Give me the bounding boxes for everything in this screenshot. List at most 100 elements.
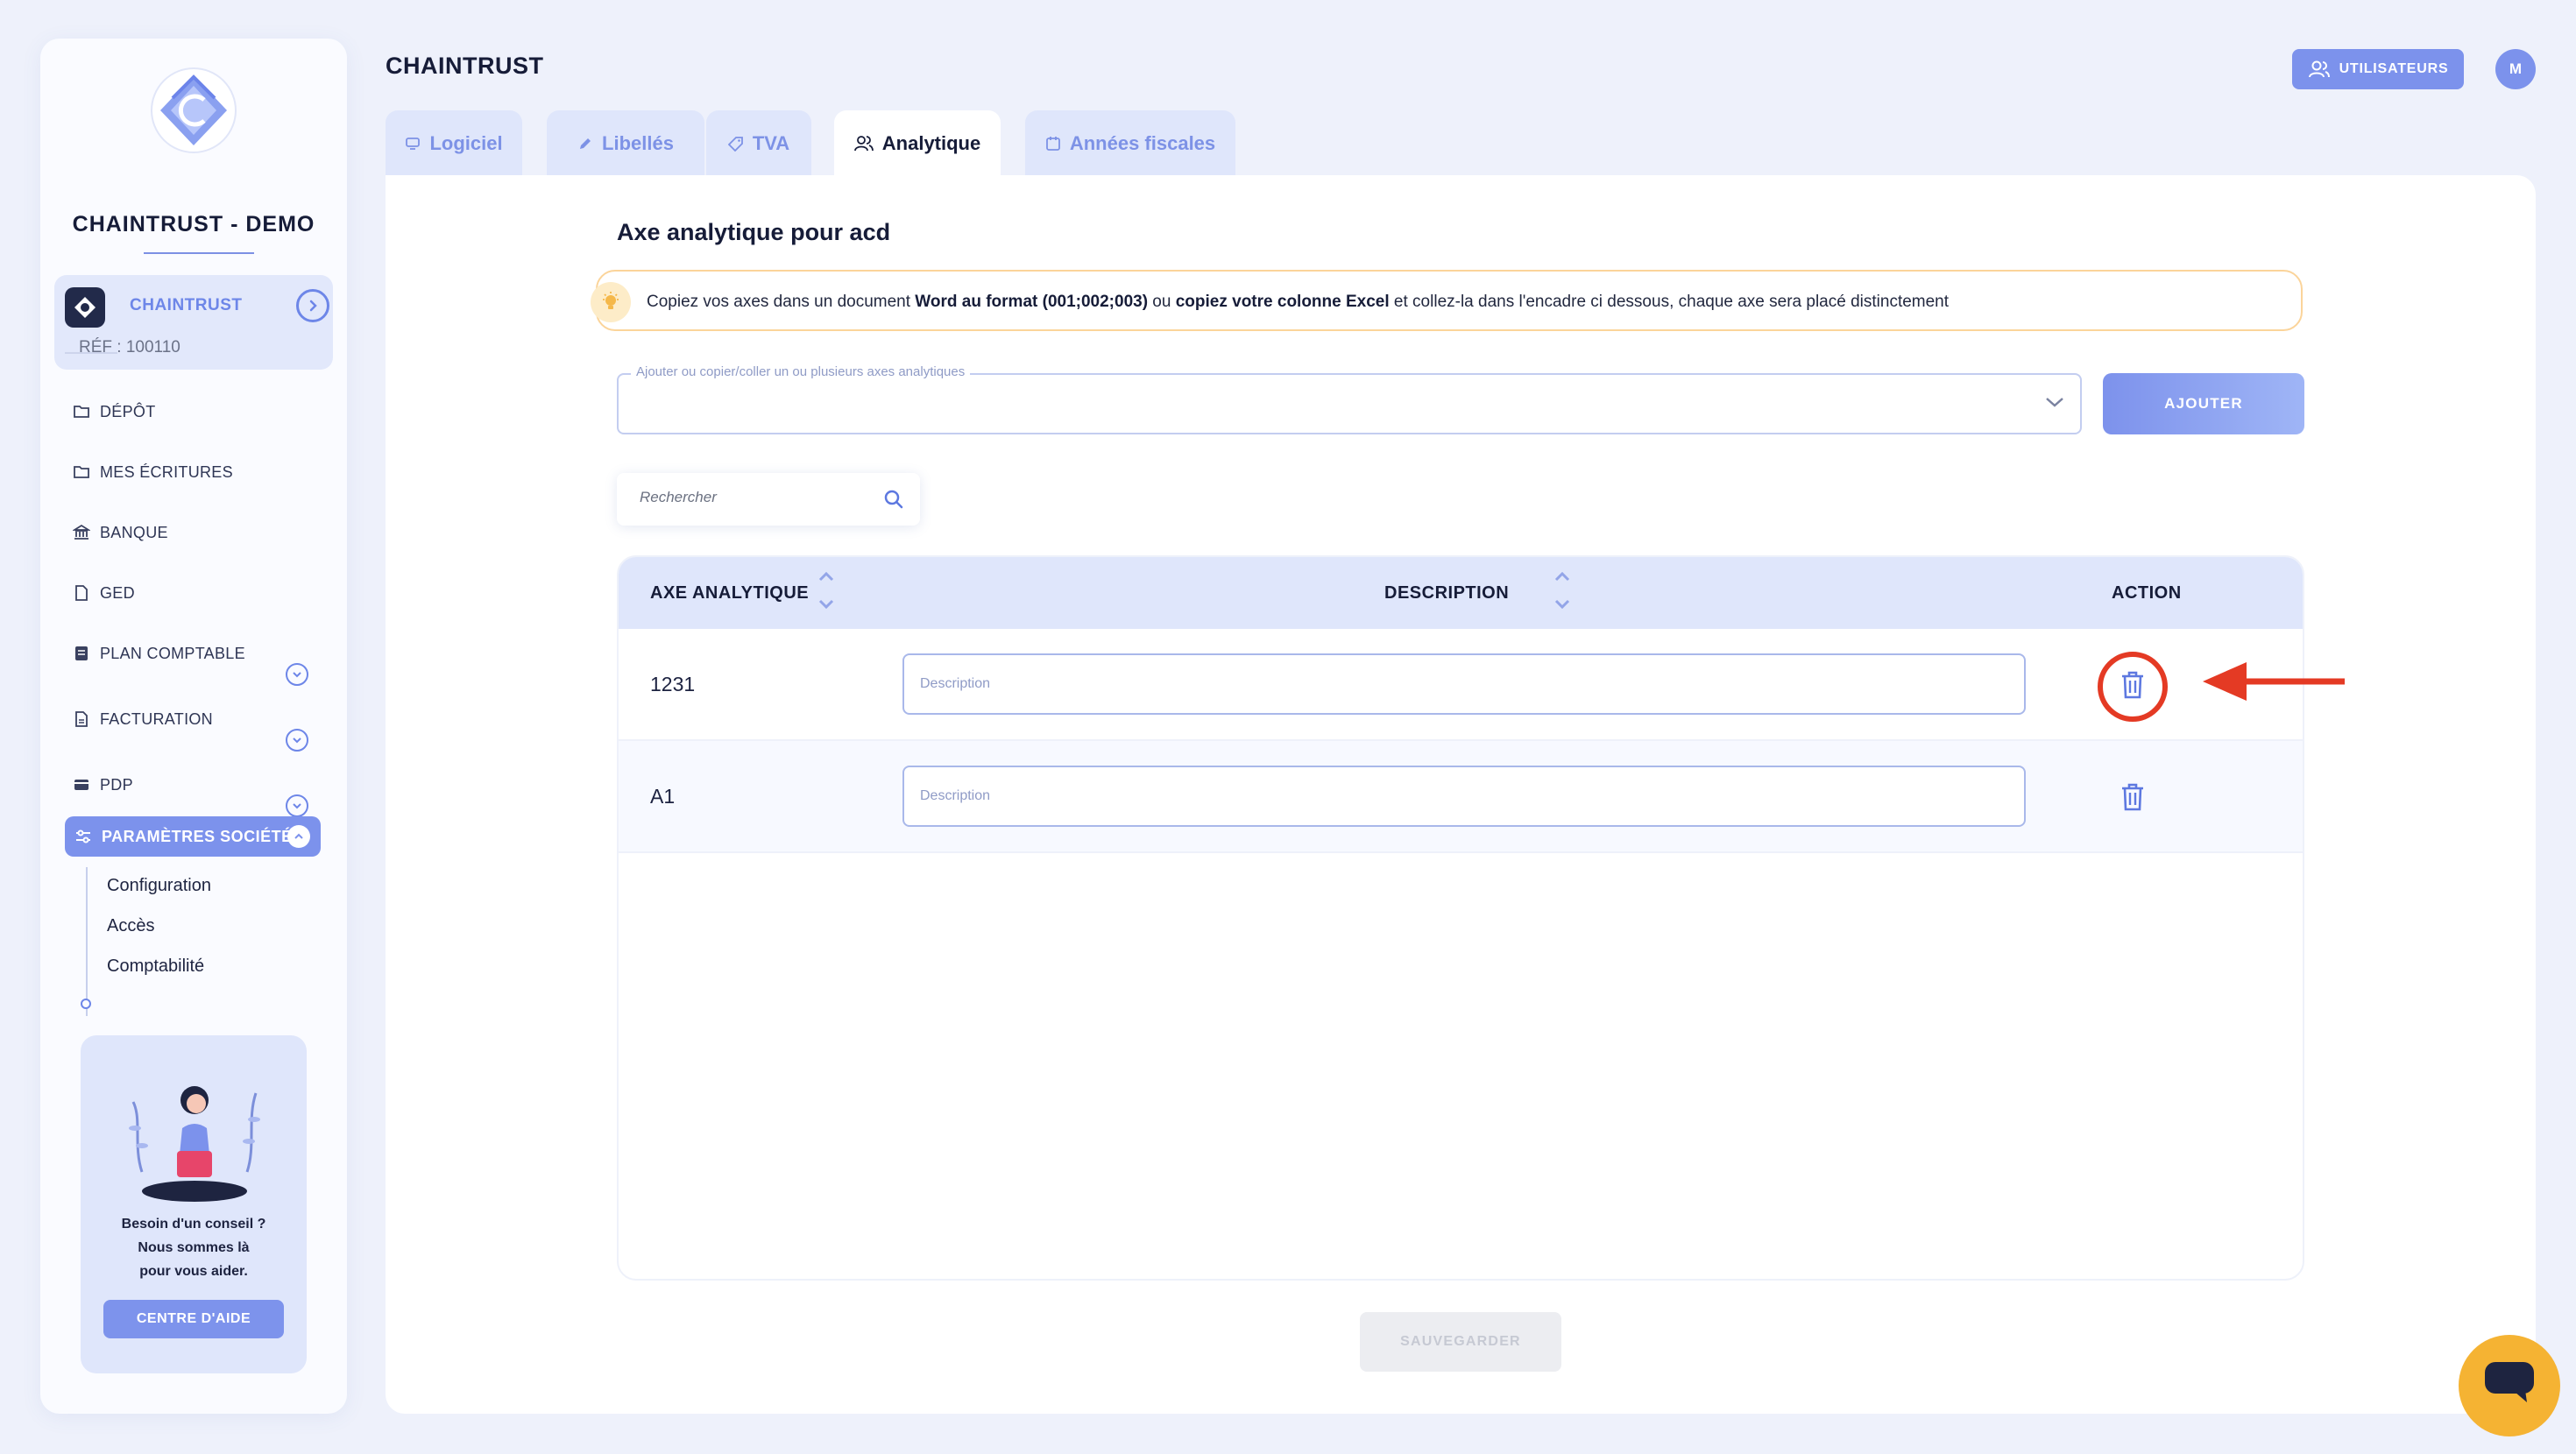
save-button[interactable]: SAUVEGARDER (1360, 1312, 1561, 1372)
help-center-button[interactable]: CENTRE D'AIDE (103, 1300, 284, 1338)
divider (144, 252, 254, 254)
avatar[interactable]: M (2495, 49, 2536, 89)
invoice-icon (72, 709, 91, 729)
tag-icon (727, 136, 744, 152)
axis-cell: 1231 (650, 673, 696, 695)
chevron-down-icon[interactable] (286, 794, 308, 817)
chevron-down-icon[interactable] (2045, 396, 2064, 413)
section-title: Axe analytique pour acd (617, 219, 891, 245)
sidebar-item-ged[interactable]: GED (72, 575, 135, 611)
annotation-arrow-icon (2203, 662, 2345, 701)
sidebar-item-label: BANQUE (100, 523, 168, 541)
sliders-icon (74, 827, 93, 846)
sidebar-item-depot[interactable]: DÉPÔT (72, 394, 156, 429)
description-input[interactable] (902, 766, 2026, 827)
trash-icon[interactable] (2117, 781, 2148, 813)
help-message: Besoin d'un conseil ? Nous sommes là pou… (81, 1212, 307, 1283)
tab-libelles[interactable]: Libellés (547, 110, 704, 177)
tab-label: Analytique (881, 132, 981, 154)
sidebar-item-label: PARAMÈTRES SOCIÉTÉ (102, 827, 293, 845)
table-row: 1231 (619, 629, 2303, 741)
lightbulb-icon (591, 282, 631, 322)
sidebar: CHAINTRUST - DEMO CHAINTRUST RÉF : 10011… (40, 39, 347, 1414)
active-indicator (81, 999, 91, 1009)
chat-button[interactable] (2459, 1335, 2560, 1436)
sidebar-item-plan-comptable[interactable]: PLAN COMPTABLE (72, 636, 245, 671)
description-input[interactable] (902, 653, 2026, 715)
sidebar-item-label: GED (100, 583, 135, 602)
org-name: CHAINTRUST (130, 296, 243, 314)
tab-annees-fiscales[interactable]: Années fiscales (1025, 110, 1235, 177)
analytics-table: AXE ANALYTIQUE DESCRIPTION ACTION 1231 A… (617, 555, 2304, 1281)
tab-analytique[interactable]: Analytique (834, 110, 1001, 177)
sidebar-item-label: FACTURATION (100, 709, 213, 728)
sidebar-item-label: PLAN COMPTABLE (100, 644, 245, 662)
search-input[interactable] (640, 489, 876, 506)
sort-icon[interactable] (1553, 566, 1572, 615)
axis-cell: A1 (650, 785, 676, 808)
page-title: CHAINTRUST (386, 53, 544, 79)
chevron-right-icon[interactable] (296, 289, 329, 322)
axis-input-select[interactable]: Ajouter ou copier/coller un ou plusieurs… (617, 364, 2082, 434)
help-line: Besoin d'un conseil ? (121, 1217, 266, 1232)
info-text-part: Copiez vos axes dans un document (647, 293, 916, 311)
folder-icon (72, 402, 91, 421)
calendar-icon (1045, 136, 1061, 152)
sort-icon[interactable] (817, 566, 836, 615)
search-box (617, 473, 920, 526)
sidebar-item-label: PDP (100, 775, 133, 794)
card-icon (72, 775, 91, 794)
column-header-description: DESCRIPTION (1384, 583, 1510, 603)
column-header-action: ACTION (2112, 583, 2182, 603)
axis-input-label: Ajouter ou copier/coller un ou plusieurs… (631, 364, 971, 379)
main-panel: Axe analytique pour acd Copiez vos axes … (386, 175, 2536, 1414)
folder-edit-icon (72, 462, 91, 482)
submenu-line (86, 867, 88, 1016)
org-reference: RÉF : 100110 (79, 338, 180, 356)
company-name: CHAINTRUST - DEMO (72, 212, 315, 236)
table-header: AXE ANALYTIQUE DESCRIPTION ACTION (619, 557, 2303, 629)
info-text-part: ou (1148, 293, 1176, 311)
chevron-down-icon[interactable] (286, 729, 308, 752)
chevron-down-icon[interactable] (286, 663, 308, 686)
search-icon[interactable] (883, 489, 904, 514)
monitor-icon (405, 136, 421, 152)
bank-icon (72, 523, 91, 542)
info-text-bold: Word au format (001;002;003) (915, 293, 1149, 311)
tab-label: Logiciel (429, 132, 503, 154)
company-logo (150, 67, 237, 154)
info-banner: Copiez vos axes dans un document Word au… (591, 270, 2303, 331)
add-button[interactable]: AJOUTER (2103, 373, 2304, 434)
trash-icon[interactable] (2117, 669, 2148, 701)
info-text: Copiez vos axes dans un document Word au… (647, 293, 1949, 312)
chat-icon (2485, 1361, 2534, 1410)
sidebar-item-banque[interactable]: BANQUE (72, 515, 168, 550)
users-button[interactable]: UTILISATEURS (2292, 49, 2464, 89)
info-text-part: et collez-la dans l'encadre ci dessous, … (1389, 293, 1950, 311)
help-illustration (116, 1067, 273, 1216)
sidebar-item-label: DÉPÔT (100, 402, 156, 420)
submenu-item-acces[interactable]: Accès (107, 916, 154, 936)
submenu-item-configuration[interactable]: Configuration (107, 876, 211, 896)
users-icon (2308, 60, 2331, 79)
divider (65, 352, 117, 354)
tab-tva[interactable]: TVA (706, 110, 811, 177)
users-icon (853, 135, 874, 152)
chevron-up-icon[interactable] (287, 825, 310, 848)
tab-label: Libellés (602, 132, 674, 154)
sidebar-item-mes-ecritures[interactable]: MES ÉCRITURES (72, 455, 233, 490)
help-line: Nous sommes là (138, 1240, 250, 1255)
sidebar-item-pdp[interactable]: PDP (72, 767, 133, 802)
organization-selector[interactable]: CHAINTRUST RÉF : 100110 (54, 275, 333, 370)
sidebar-item-parametres-societe[interactable]: PARAMÈTRES SOCIÉTÉ (65, 816, 321, 857)
column-header-axis: AXE ANALYTIQUE (650, 583, 810, 603)
help-card: Besoin d'un conseil ? Nous sommes là pou… (81, 1035, 307, 1373)
pen-icon (577, 136, 593, 152)
submenu-item-comptabilite[interactable]: Comptabilité (107, 956, 204, 977)
info-text-bold: copiez votre colonne Excel (1175, 293, 1390, 311)
sidebar-item-label: MES ÉCRITURES (100, 462, 233, 481)
tab-logiciel[interactable]: Logiciel (386, 110, 522, 177)
sidebar-item-facturation[interactable]: FACTURATION (72, 702, 213, 737)
ledger-icon (72, 644, 91, 663)
help-line: pour vous aider. (139, 1264, 248, 1279)
